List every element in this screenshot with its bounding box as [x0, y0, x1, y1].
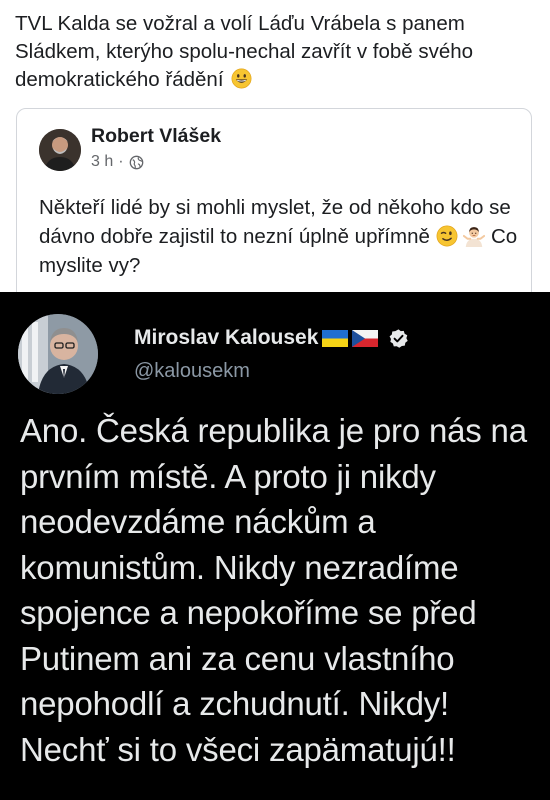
post-time[interactable]: 3 h — [91, 153, 113, 171]
post-meta: 3 h · — [91, 153, 144, 171]
avatar[interactable] — [18, 314, 98, 394]
meta-separator: · — [118, 153, 124, 170]
author-handle[interactable]: @kalousekm — [134, 360, 250, 383]
author-name[interactable]: Miroslav Kalousek — [134, 326, 318, 350]
shared-post-card[interactable]: Robert Vlášek 3 h · Někteří lidé by si m… — [16, 108, 532, 310]
person-shrugging-emoji — [463, 227, 486, 247]
czech-flag-icon — [352, 329, 379, 347]
post-text-container: TVL Kalda se vožral a volí Láďu Vrábela … — [15, 10, 540, 94]
tweet-author-row: Miroslav Kalousek — [134, 326, 409, 350]
tweet-screenshot: Miroslav Kalousek @kalousekm Ano. Česká … — [0, 292, 550, 800]
author-name[interactable]: Robert Vlášek — [91, 125, 221, 148]
facebook-post: TVL Kalda se vožral a volí Láďu Vrábela … — [0, 0, 550, 310]
grinning-face-emoji — [231, 68, 252, 89]
verified-badge-icon — [389, 328, 409, 348]
winking-face-emoji — [436, 225, 458, 247]
ukraine-flag-icon — [322, 329, 349, 347]
shared-post-body: Někteří lidé by si mohli myslet, že od n… — [39, 193, 519, 280]
avatar[interactable] — [39, 129, 81, 171]
globe-icon[interactable] — [129, 155, 144, 170]
tweet-text: Ano. Česká republika je pro nás na první… — [20, 412, 527, 768]
